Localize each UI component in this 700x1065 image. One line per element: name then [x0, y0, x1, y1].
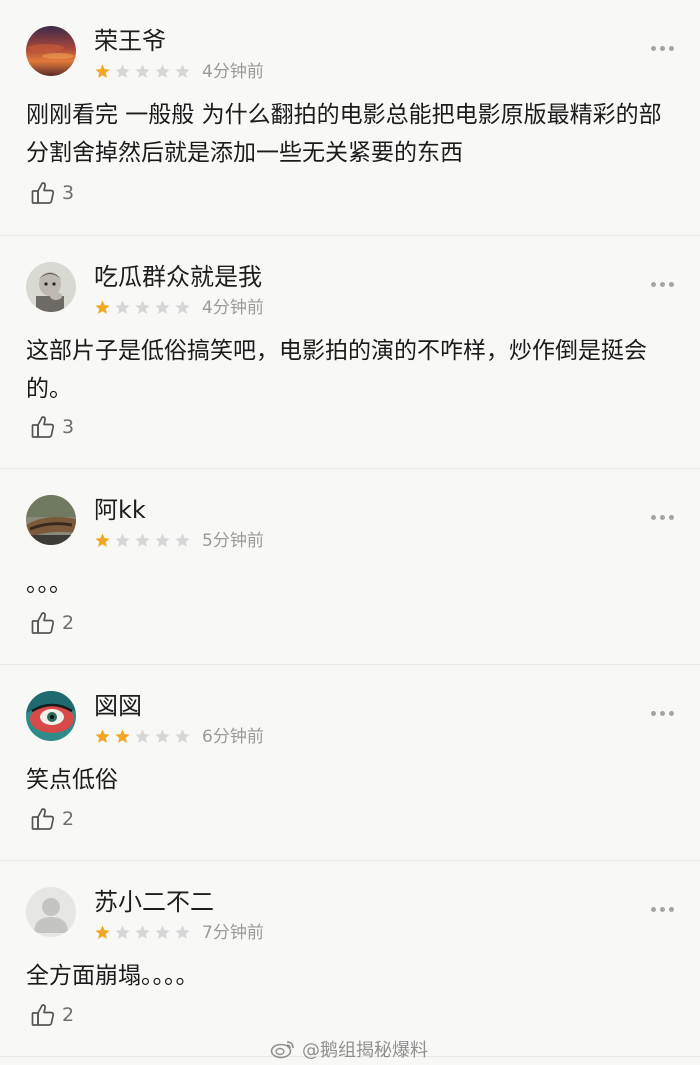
- star-icon: [134, 299, 151, 319]
- more-dots-icon[interactable]: [651, 46, 674, 51]
- user-avatar[interactable]: [26, 262, 76, 312]
- star-icon: [154, 299, 171, 319]
- more-dots-icon[interactable]: [651, 515, 674, 520]
- review-time: 4分钟前: [202, 62, 264, 82]
- review-time: 6分钟前: [202, 727, 264, 747]
- review-text: 这部片子是低俗搞笑吧，电影拍的演的不咋样，炒作倒是挺会的。: [26, 338, 647, 402]
- review-text: 刚刚看完 一般般 为什么翻拍的电影总能把电影原版最精彩的部分割舍掉然后就是添加一…: [26, 102, 662, 166]
- user-avatar[interactable]: [26, 691, 76, 741]
- like-button[interactable]: 3: [30, 180, 74, 206]
- like-button[interactable]: 3: [30, 414, 74, 440]
- review-item: 阿kk 5分钟前 。。。 2: [0, 469, 700, 665]
- watermark: @鹅组揭秘爆料: [270, 1036, 428, 1062]
- star-icon: [94, 299, 111, 319]
- like-count: 3: [62, 416, 75, 438]
- star-icon: [154, 532, 171, 552]
- star-rating: [94, 299, 191, 319]
- review-item: 苏小二不二 7分钟前 全方面崩塌。。。。 2: [0, 861, 700, 1057]
- watermark-text: @鹅组揭秘爆料: [302, 1040, 428, 1061]
- like-count: 2: [62, 1004, 75, 1026]
- user-avatar[interactable]: [26, 26, 76, 76]
- star-icon: [174, 299, 191, 319]
- star-icon: [154, 924, 171, 944]
- star-icon: [134, 532, 151, 552]
- review-text: 全方面崩塌。。。。: [26, 963, 199, 989]
- thumbs-up-icon: [30, 610, 56, 636]
- user-avatar[interactable]: [26, 887, 76, 937]
- star-icon: [114, 728, 131, 748]
- star-icon: [94, 532, 111, 552]
- review-text: 笑点低俗: [26, 767, 118, 793]
- star-icon: [114, 63, 131, 83]
- username[interactable]: 荣王爷: [94, 26, 166, 56]
- star-icon: [134, 924, 151, 944]
- star-icon: [114, 532, 131, 552]
- star-icon: [94, 924, 111, 944]
- star-icon: [174, 924, 191, 944]
- star-rating: [94, 924, 191, 944]
- star-icon: [174, 63, 191, 83]
- review-time: 5分钟前: [202, 531, 264, 551]
- star-icon: [154, 63, 171, 83]
- more-dots-icon[interactable]: [651, 282, 674, 287]
- star-icon: [174, 728, 191, 748]
- star-icon: [114, 299, 131, 319]
- like-count: 2: [62, 612, 75, 634]
- username[interactable]: 苏小二不二: [94, 887, 214, 917]
- star-icon: [134, 63, 151, 83]
- star-icon: [174, 532, 191, 552]
- thumbs-up-icon: [30, 1002, 56, 1028]
- star-rating: [94, 63, 191, 83]
- username[interactable]: 吃瓜群众就是我: [94, 262, 262, 292]
- thumbs-up-icon: [30, 180, 56, 206]
- star-rating: [94, 728, 191, 748]
- more-dots-icon[interactable]: [651, 907, 674, 912]
- like-count: 3: [62, 182, 75, 204]
- username[interactable]: 図図: [94, 691, 142, 721]
- star-icon: [94, 63, 111, 83]
- like-button[interactable]: 2: [30, 1002, 74, 1028]
- like-button[interactable]: 2: [30, 610, 74, 636]
- star-icon: [114, 924, 131, 944]
- review-item: 吃瓜群众就是我 4分钟前 这部片子是低俗搞笑吧，电影拍的演的不咋样，炒作倒是挺会…: [0, 236, 700, 469]
- review-item: 荣王爷 4分钟前 刚刚看完 一般般 为什么翻拍的电影总能把电影原版最精彩的部分割…: [0, 0, 700, 236]
- review-text: 。。。: [26, 571, 72, 597]
- review-time: 7分钟前: [202, 923, 264, 943]
- review-item: 図図 6分钟前 笑点低俗 2: [0, 665, 700, 861]
- star-rating: [94, 532, 191, 552]
- like-button[interactable]: 2: [30, 806, 74, 832]
- review-time: 4分钟前: [202, 298, 264, 318]
- star-icon: [94, 728, 111, 748]
- username[interactable]: 阿kk: [94, 495, 146, 525]
- weibo-logo-icon: [270, 1039, 296, 1059]
- like-count: 2: [62, 808, 75, 830]
- star-icon: [134, 728, 151, 748]
- star-icon: [154, 728, 171, 748]
- thumbs-up-icon: [30, 806, 56, 832]
- user-avatar[interactable]: [26, 495, 76, 545]
- thumbs-up-icon: [30, 414, 56, 440]
- more-dots-icon[interactable]: [651, 711, 674, 716]
